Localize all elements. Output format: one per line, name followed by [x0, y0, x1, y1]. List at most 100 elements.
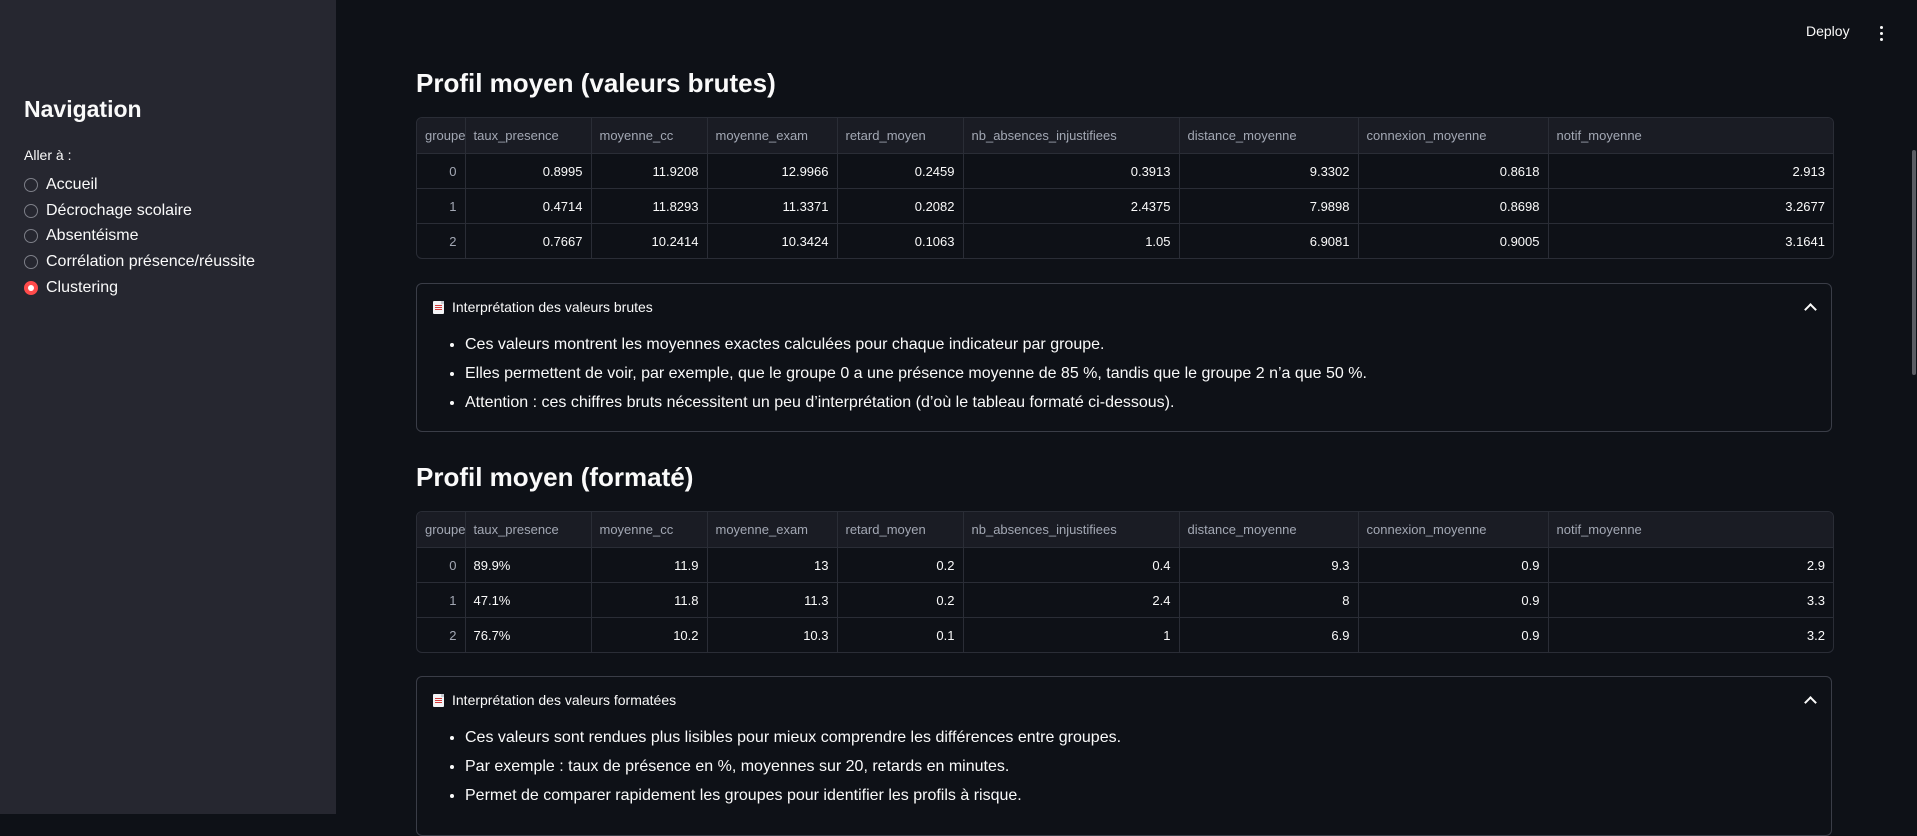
table-cell[interactable]: 11.3371: [707, 188, 838, 224]
table-cell[interactable]: 13: [707, 547, 838, 583]
table-cell[interactable]: 0.9: [1358, 617, 1549, 652]
table-cell[interactable]: 2.9: [1548, 547, 1833, 583]
column-header[interactable]: taux_presence: [465, 118, 592, 154]
radio-option-label: Décrochage scolaire: [46, 201, 192, 219]
column-header[interactable]: notif_moyenne: [1548, 118, 1833, 154]
table-cell[interactable]: 10.3424: [707, 223, 838, 258]
chevron-up-icon[interactable]: [1804, 695, 1817, 709]
table-cell[interactable]: 0.9005: [1358, 223, 1549, 258]
table-cell[interactable]: 3.3: [1548, 582, 1833, 618]
row-index: 2: [417, 617, 466, 652]
expander-header[interactable]: Interprétation des valeurs brutes: [417, 284, 1831, 330]
expander-body: Ces valeurs sont rendues plus lisibles p…: [417, 723, 1831, 810]
bullet-item: Ces valeurs montrent les moyennes exacte…: [465, 330, 1807, 359]
expander-title: Interprétation des valeurs formatées: [452, 692, 677, 708]
table-cell[interactable]: 1.05: [963, 223, 1180, 258]
column-header[interactable]: connexion_moyenne: [1358, 512, 1549, 548]
radio-option-correlation[interactable]: Corrélation présence/réussite: [24, 249, 255, 275]
table-cell[interactable]: 3.1641: [1548, 223, 1833, 258]
column-header[interactable]: taux_presence: [465, 512, 592, 548]
column-header[interactable]: connexion_moyenne: [1358, 118, 1549, 154]
column-header[interactable]: retard_moyen: [837, 512, 964, 548]
column-header[interactable]: moyenne_cc: [591, 118, 708, 154]
row-index: 0: [417, 547, 466, 583]
table-cell[interactable]: 0.9: [1358, 582, 1549, 618]
radio-button-icon[interactable]: [24, 254, 38, 269]
table-cell[interactable]: 76.7%: [465, 617, 592, 652]
table-cell[interactable]: 11.8293: [591, 188, 708, 224]
table-cell[interactable]: 10.2414: [591, 223, 708, 258]
column-header[interactable]: moyenne_exam: [707, 512, 838, 548]
radio-button-selected-icon[interactable]: [24, 280, 38, 295]
column-header[interactable]: nb_absences_injustifiees: [963, 512, 1180, 548]
table-cell[interactable]: 0.2: [837, 547, 964, 583]
table-cell[interactable]: 0.8618: [1358, 153, 1549, 189]
column-header[interactable]: nb_absences_injustifiees: [963, 118, 1180, 154]
radio-button-icon[interactable]: [24, 203, 38, 218]
column-header[interactable]: distance_moyenne: [1179, 118, 1359, 154]
section-title: Profil moyen (valeurs brutes): [416, 68, 776, 98]
table-cell[interactable]: 11.9: [591, 547, 708, 583]
radio-option-accueil[interactable]: Accueil: [24, 172, 255, 198]
section-title: Profil moyen (formaté): [416, 462, 694, 492]
table-cell[interactable]: 11.8: [591, 582, 708, 618]
table-cell[interactable]: 0.2459: [837, 153, 964, 189]
column-header[interactable]: retard_moyen: [837, 118, 964, 154]
table-cell[interactable]: 89.9%: [465, 547, 592, 583]
table-cell[interactable]: 6.9081: [1179, 223, 1359, 258]
table-cell[interactable]: 0.9: [1358, 547, 1549, 583]
table-cell[interactable]: 11.9208: [591, 153, 708, 189]
radio-option-label: Absentéisme: [46, 227, 139, 245]
expander-header[interactable]: Interprétation des valeurs formatées: [417, 677, 1831, 723]
table-cell[interactable]: 8: [1179, 582, 1359, 618]
table-cell[interactable]: 0.7667: [465, 223, 592, 258]
bullet-item: Elles permettent de voir, par exemple, q…: [465, 359, 1807, 388]
table-cell[interactable]: 47.1%: [465, 582, 592, 618]
column-header[interactable]: distance_moyenne: [1179, 512, 1359, 548]
table-cell[interactable]: 0.1063: [837, 223, 964, 258]
table-cell[interactable]: 0.8698: [1358, 188, 1549, 224]
row-index: 2: [417, 223, 466, 258]
table-cell[interactable]: 6.9: [1179, 617, 1359, 652]
scrollbar[interactable]: [1912, 150, 1916, 375]
table-cell[interactable]: 9.3302: [1179, 153, 1359, 189]
table-header-row: groupe taux_presence moyenne_cc moyenne_…: [417, 512, 1833, 548]
table-cell[interactable]: 0.4714: [465, 188, 592, 224]
row-index: 1: [417, 188, 466, 224]
radio-option-label: Accueil: [46, 175, 98, 193]
table-cell[interactable]: 0.1: [837, 617, 964, 652]
table-cell[interactable]: 9.3: [1179, 547, 1359, 583]
column-header[interactable]: moyenne_exam: [707, 118, 838, 154]
navigation-radio-group: Accueil Décrochage scolaire Absentéisme …: [24, 172, 255, 300]
table-cell[interactable]: 7.9898: [1179, 188, 1359, 224]
table-cell[interactable]: 0.2: [837, 582, 964, 618]
table-cell[interactable]: 0.3913: [963, 153, 1180, 189]
table-cell[interactable]: 0.4: [963, 547, 1180, 583]
column-header[interactable]: groupe: [417, 118, 466, 154]
radio-option-absenteisme[interactable]: Absentéisme: [24, 223, 255, 249]
table-cell[interactable]: 1: [963, 617, 1180, 652]
radio-option-clustering[interactable]: Clustering: [24, 275, 255, 301]
table-cell[interactable]: 0.2082: [837, 188, 964, 224]
radio-option-decrochage-scolaire[interactable]: Décrochage scolaire: [24, 198, 255, 224]
radio-button-icon[interactable]: [24, 177, 38, 192]
radio-button-icon[interactable]: [24, 229, 38, 244]
table-cell[interactable]: 10.3: [707, 617, 838, 652]
document-icon: [433, 300, 444, 314]
table-cell[interactable]: 2.913: [1548, 153, 1833, 189]
table-cell[interactable]: 12.9966: [707, 153, 838, 189]
column-header[interactable]: notif_moyenne: [1548, 512, 1833, 548]
column-header[interactable]: groupe: [417, 512, 466, 548]
table-cell[interactable]: 10.2: [591, 617, 708, 652]
table-cell[interactable]: 3.2677: [1548, 188, 1833, 224]
chevron-up-icon[interactable]: [1804, 302, 1817, 316]
data-table-formatted: groupe taux_presence moyenne_cc moyenne_…: [416, 511, 1834, 653]
deploy-button[interactable]: Deploy: [1806, 23, 1850, 39]
table-cell[interactable]: 2.4375: [963, 188, 1180, 224]
table-cell[interactable]: 2.4: [963, 582, 1180, 618]
table-cell[interactable]: 11.3: [707, 582, 838, 618]
column-header[interactable]: moyenne_cc: [591, 512, 708, 548]
table-cell[interactable]: 3.2: [1548, 617, 1833, 652]
table-cell[interactable]: 0.8995: [465, 153, 592, 189]
vertical-dots-icon[interactable]: [1876, 23, 1886, 43]
